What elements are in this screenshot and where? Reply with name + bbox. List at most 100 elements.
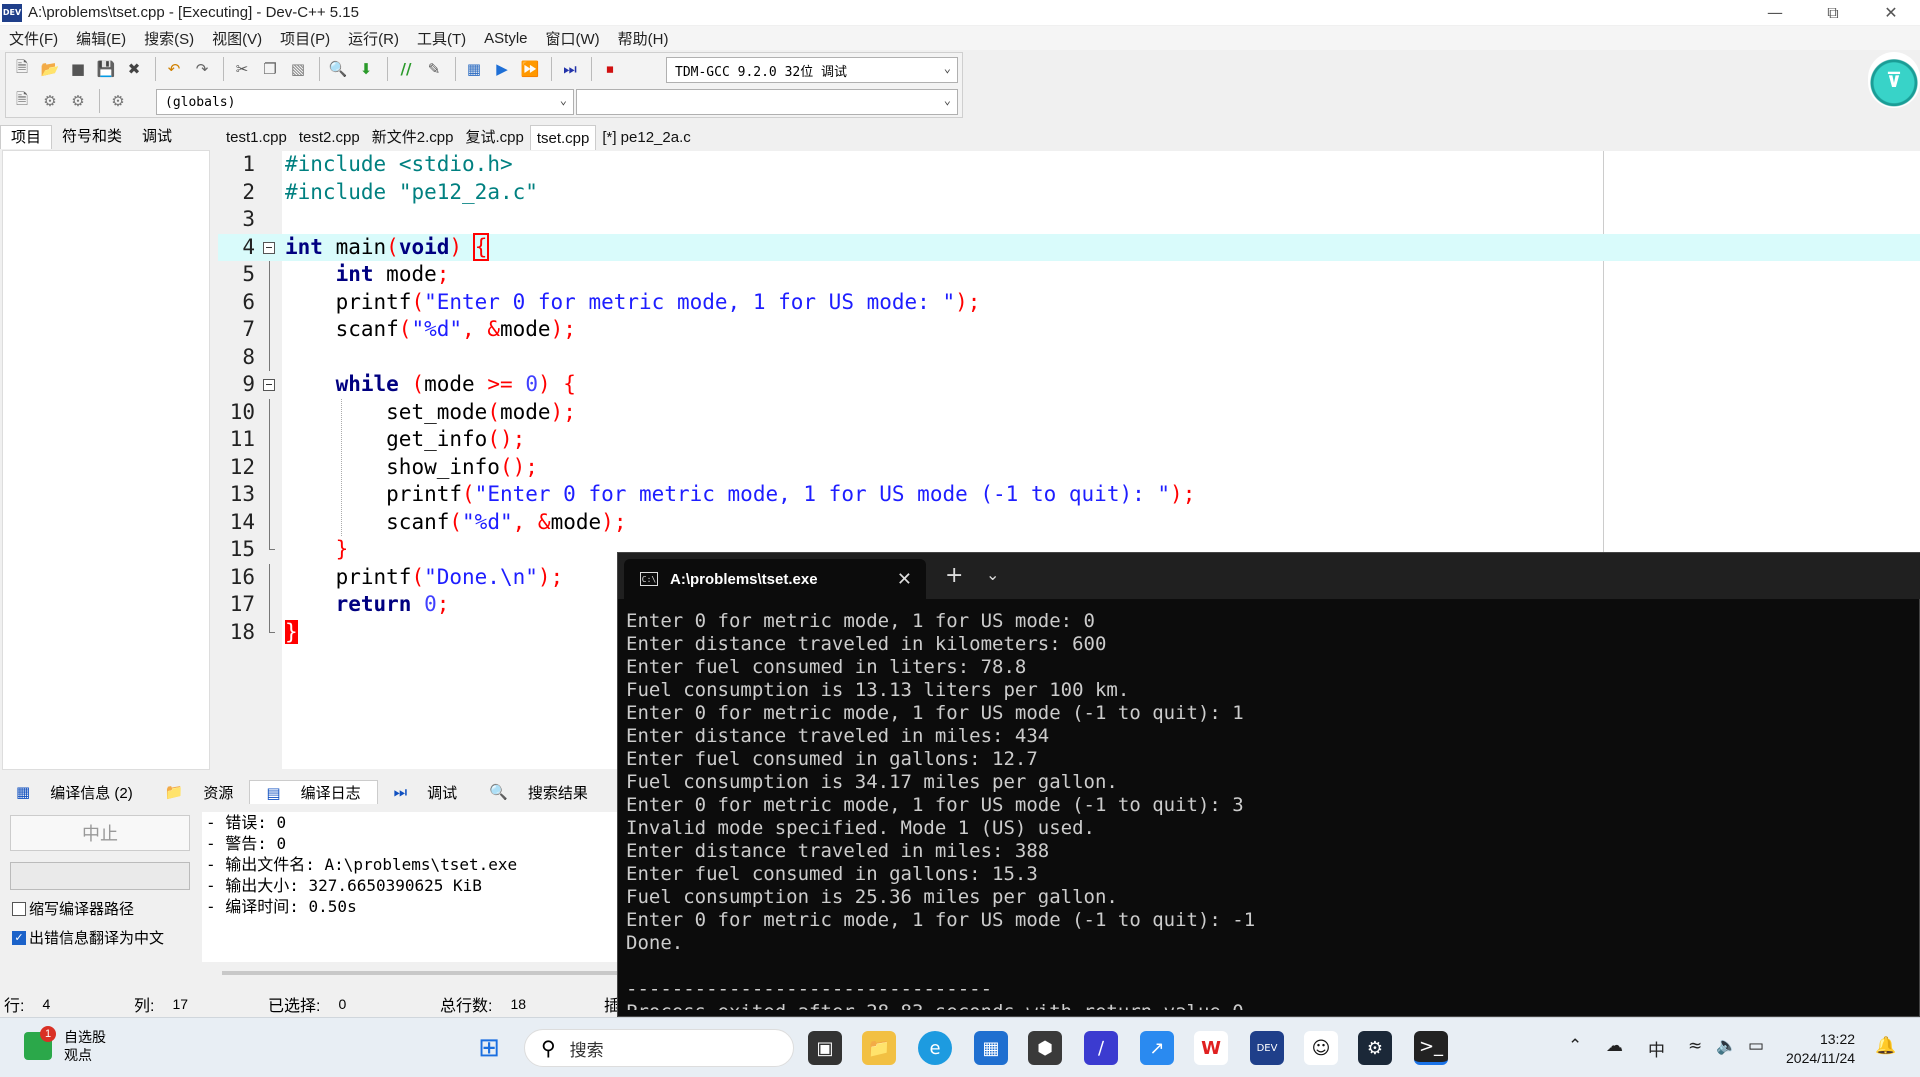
wifi-icon[interactable]: ≈ [1688,1036,1702,1056]
terminal-window[interactable]: C:\ A:\problems\tset.exe ✕ + ⌄ Enter 0 f… [617,552,1920,1017]
scope-select[interactable]: (globals) ⌄ [156,89,574,115]
file-tab[interactable]: 新文件2.cpp [366,125,460,150]
tab-search-results[interactable]: 🔍 搜索结果 [473,780,604,804]
checkbox-unchecked[interactable] [12,901,26,916]
edge-browser-icon[interactable]: e [918,1031,952,1065]
code-line[interactable]: 13 printf("Enter 0 for metric mode, 1 fo… [218,481,1920,509]
app-icon[interactable]: ∕ [1084,1031,1118,1065]
menu-astyle[interactable]: AStyle [484,30,527,47]
tab-compile-log[interactable]: ▤ 编译日志 [249,780,378,804]
notification-bell-icon[interactable]: 🔔 [1875,1036,1896,1056]
new-project-icon[interactable]: 🗎 [10,89,34,113]
wps-office-icon[interactable]: W [1194,1031,1228,1065]
code-line[interactable]: 4 int main(void) { [218,232,1920,262]
code-line[interactable]: 12 show_info(); [218,453,1920,481]
code-line[interactable]: 11 get_info(); [218,426,1920,454]
compile-log-output[interactable]: - 错误: 0 - 警告: 0 - 输出文件名: A:\problems\tset.… [202,812,617,962]
fold-collapse-icon[interactable] [263,234,275,262]
microsoft-store-icon[interactable]: ▦ [974,1031,1008,1065]
menu-run[interactable]: 运行(R) [348,28,399,49]
code-line[interactable]: 7 scanf("%d", &mode); [218,316,1920,344]
menu-tools[interactable]: 工具(T) [417,28,466,49]
project-tree-panel[interactable] [2,150,210,770]
close-file-icon[interactable]: ✖ [122,57,146,81]
code-line[interactable]: 3 [218,206,1920,234]
user-avatar[interactable]: ⊽ [1868,52,1920,108]
new-file-icon[interactable]: 🗎 [10,57,34,81]
run-icon[interactable]: ▶ [490,57,514,81]
code-line[interactable]: 10 set_mode(mode); [218,398,1920,426]
file-tab-active[interactable]: tset.cpp [529,125,597,150]
app-icon[interactable]: ↗ [1140,1031,1174,1065]
translate-errors-checkbox[interactable]: ✓ 出错信息翻译为中文 [12,927,164,948]
terminal-output[interactable]: Enter 0 for metric mode, 1 for US mode: … [626,610,1916,1010]
restore-icon[interactable]: ⧉ [1804,0,1862,25]
menu-help[interactable]: 帮助(H) [618,28,669,49]
code-line[interactable]: 1 #include <stdio.h> [218,151,1920,179]
compile-icon[interactable]: ▦ [462,57,486,81]
undo-icon[interactable]: ↶ [162,57,186,81]
battery-icon[interactable]: ▭ [1748,1036,1764,1056]
save-icon[interactable]: ■ [66,57,90,81]
terminal-taskbar-icon[interactable]: >_ [1414,1031,1448,1065]
save-all-icon[interactable]: 💾 [94,57,118,81]
file-explorer-icon[interactable]: 📁 [862,1031,896,1065]
tab-debug-output[interactable]: ⏭ 调试 [378,780,474,804]
stock-widget[interactable]: 1 自选股 观点 [24,1026,106,1064]
debug-icon[interactable]: ⏭ [558,57,582,81]
close-icon[interactable]: ✕ [897,569,912,590]
chevron-up-icon[interactable]: ⌃ [1568,1036,1582,1056]
stop-icon[interactable]: ⏹ [598,57,622,81]
code-line[interactable]: 14 scanf("%d", &mode); [218,508,1920,536]
unity-icon[interactable]: ⬢ [1028,1031,1062,1065]
tab-project[interactable]: 项目 [0,125,53,149]
menu-project[interactable]: 项目(P) [280,28,330,49]
file-tab[interactable]: 复试.cpp [459,125,529,150]
tab-debug[interactable]: 调试 [132,125,182,149]
code-line[interactable]: 8 [218,343,1920,371]
file-tab[interactable]: [*] pe12_2a.c [596,125,696,150]
tab-symbols[interactable]: 符号和类 [52,125,132,149]
steam-icon[interactable]: ⚙ [1358,1031,1392,1065]
tab-resources[interactable]: 📁 资源 [149,780,250,804]
symbol-select[interactable]: ⌄ [576,89,958,115]
menu-edit[interactable]: 编辑(E) [76,28,126,49]
terminal-tab[interactable]: C:\ A:\problems\tset.exe ✕ [624,559,926,599]
code-line[interactable]: 2 #include "pe12_2a.c" [218,179,1920,207]
copy-icon[interactable]: ❐ [258,57,282,81]
file-tab[interactable]: test2.cpp [293,125,366,150]
code-line[interactable]: 9 while (mode >= 0) { [218,371,1920,399]
windows-start-icon[interactable]: ⊞ [472,1031,506,1065]
open-file-icon[interactable]: 📂 [38,57,62,81]
checkbox-checked[interactable]: ✓ [12,930,26,945]
tab-compile-info[interactable]: ▦ 编译信息 (2) [0,780,149,804]
fold-collapse-icon[interactable] [263,371,275,399]
devcpp-taskbar-icon[interactable]: DEV [1250,1031,1284,1065]
volume-icon[interactable]: 🔈 [1716,1036,1737,1056]
cut-icon[interactable]: ✂ [230,57,254,81]
abort-button[interactable]: 中止 [10,815,190,851]
close-icon[interactable]: ✕ [1862,0,1920,25]
menu-file[interactable]: 文件(F) [9,28,58,49]
qq-icon[interactable]: ☺ [1304,1031,1338,1065]
file-tab[interactable]: test1.cpp [220,125,293,150]
horizontal-scrollbar[interactable] [222,971,617,975]
format-icon[interactable]: ✎ [422,57,446,81]
gear-icon[interactable]: ⚙ [106,89,130,113]
ime-indicator[interactable]: 中 [1648,1036,1665,1061]
comment-icon[interactable]: // [394,57,418,81]
code-line[interactable]: 5 int mode; [218,261,1920,289]
redo-icon[interactable]: ↷ [190,57,214,81]
menu-window[interactable]: 窗口(W) [546,28,600,49]
find-icon[interactable]: 🔍 [326,57,350,81]
new-tab-icon[interactable]: + [945,563,963,588]
code-line[interactable]: 6 printf("Enter 0 for metric mode, 1 for… [218,288,1920,316]
goto-icon[interactable]: ⬇ [354,57,378,81]
gear-icon[interactable]: ⚙ [38,89,62,113]
shorten-path-checkbox[interactable]: 缩写编译器路径 [12,898,134,919]
compile-run-icon[interactable]: ⏩ [518,57,542,81]
system-clock[interactable]: 13:22 2024/11/24 [1786,1030,1855,1068]
minimize-icon[interactable]: — [1746,0,1804,25]
compiler-select[interactable]: TDM-GCC 9.2.0 32位 调试 ⌄ [666,57,958,83]
menu-search[interactable]: 搜索(S) [144,28,194,49]
